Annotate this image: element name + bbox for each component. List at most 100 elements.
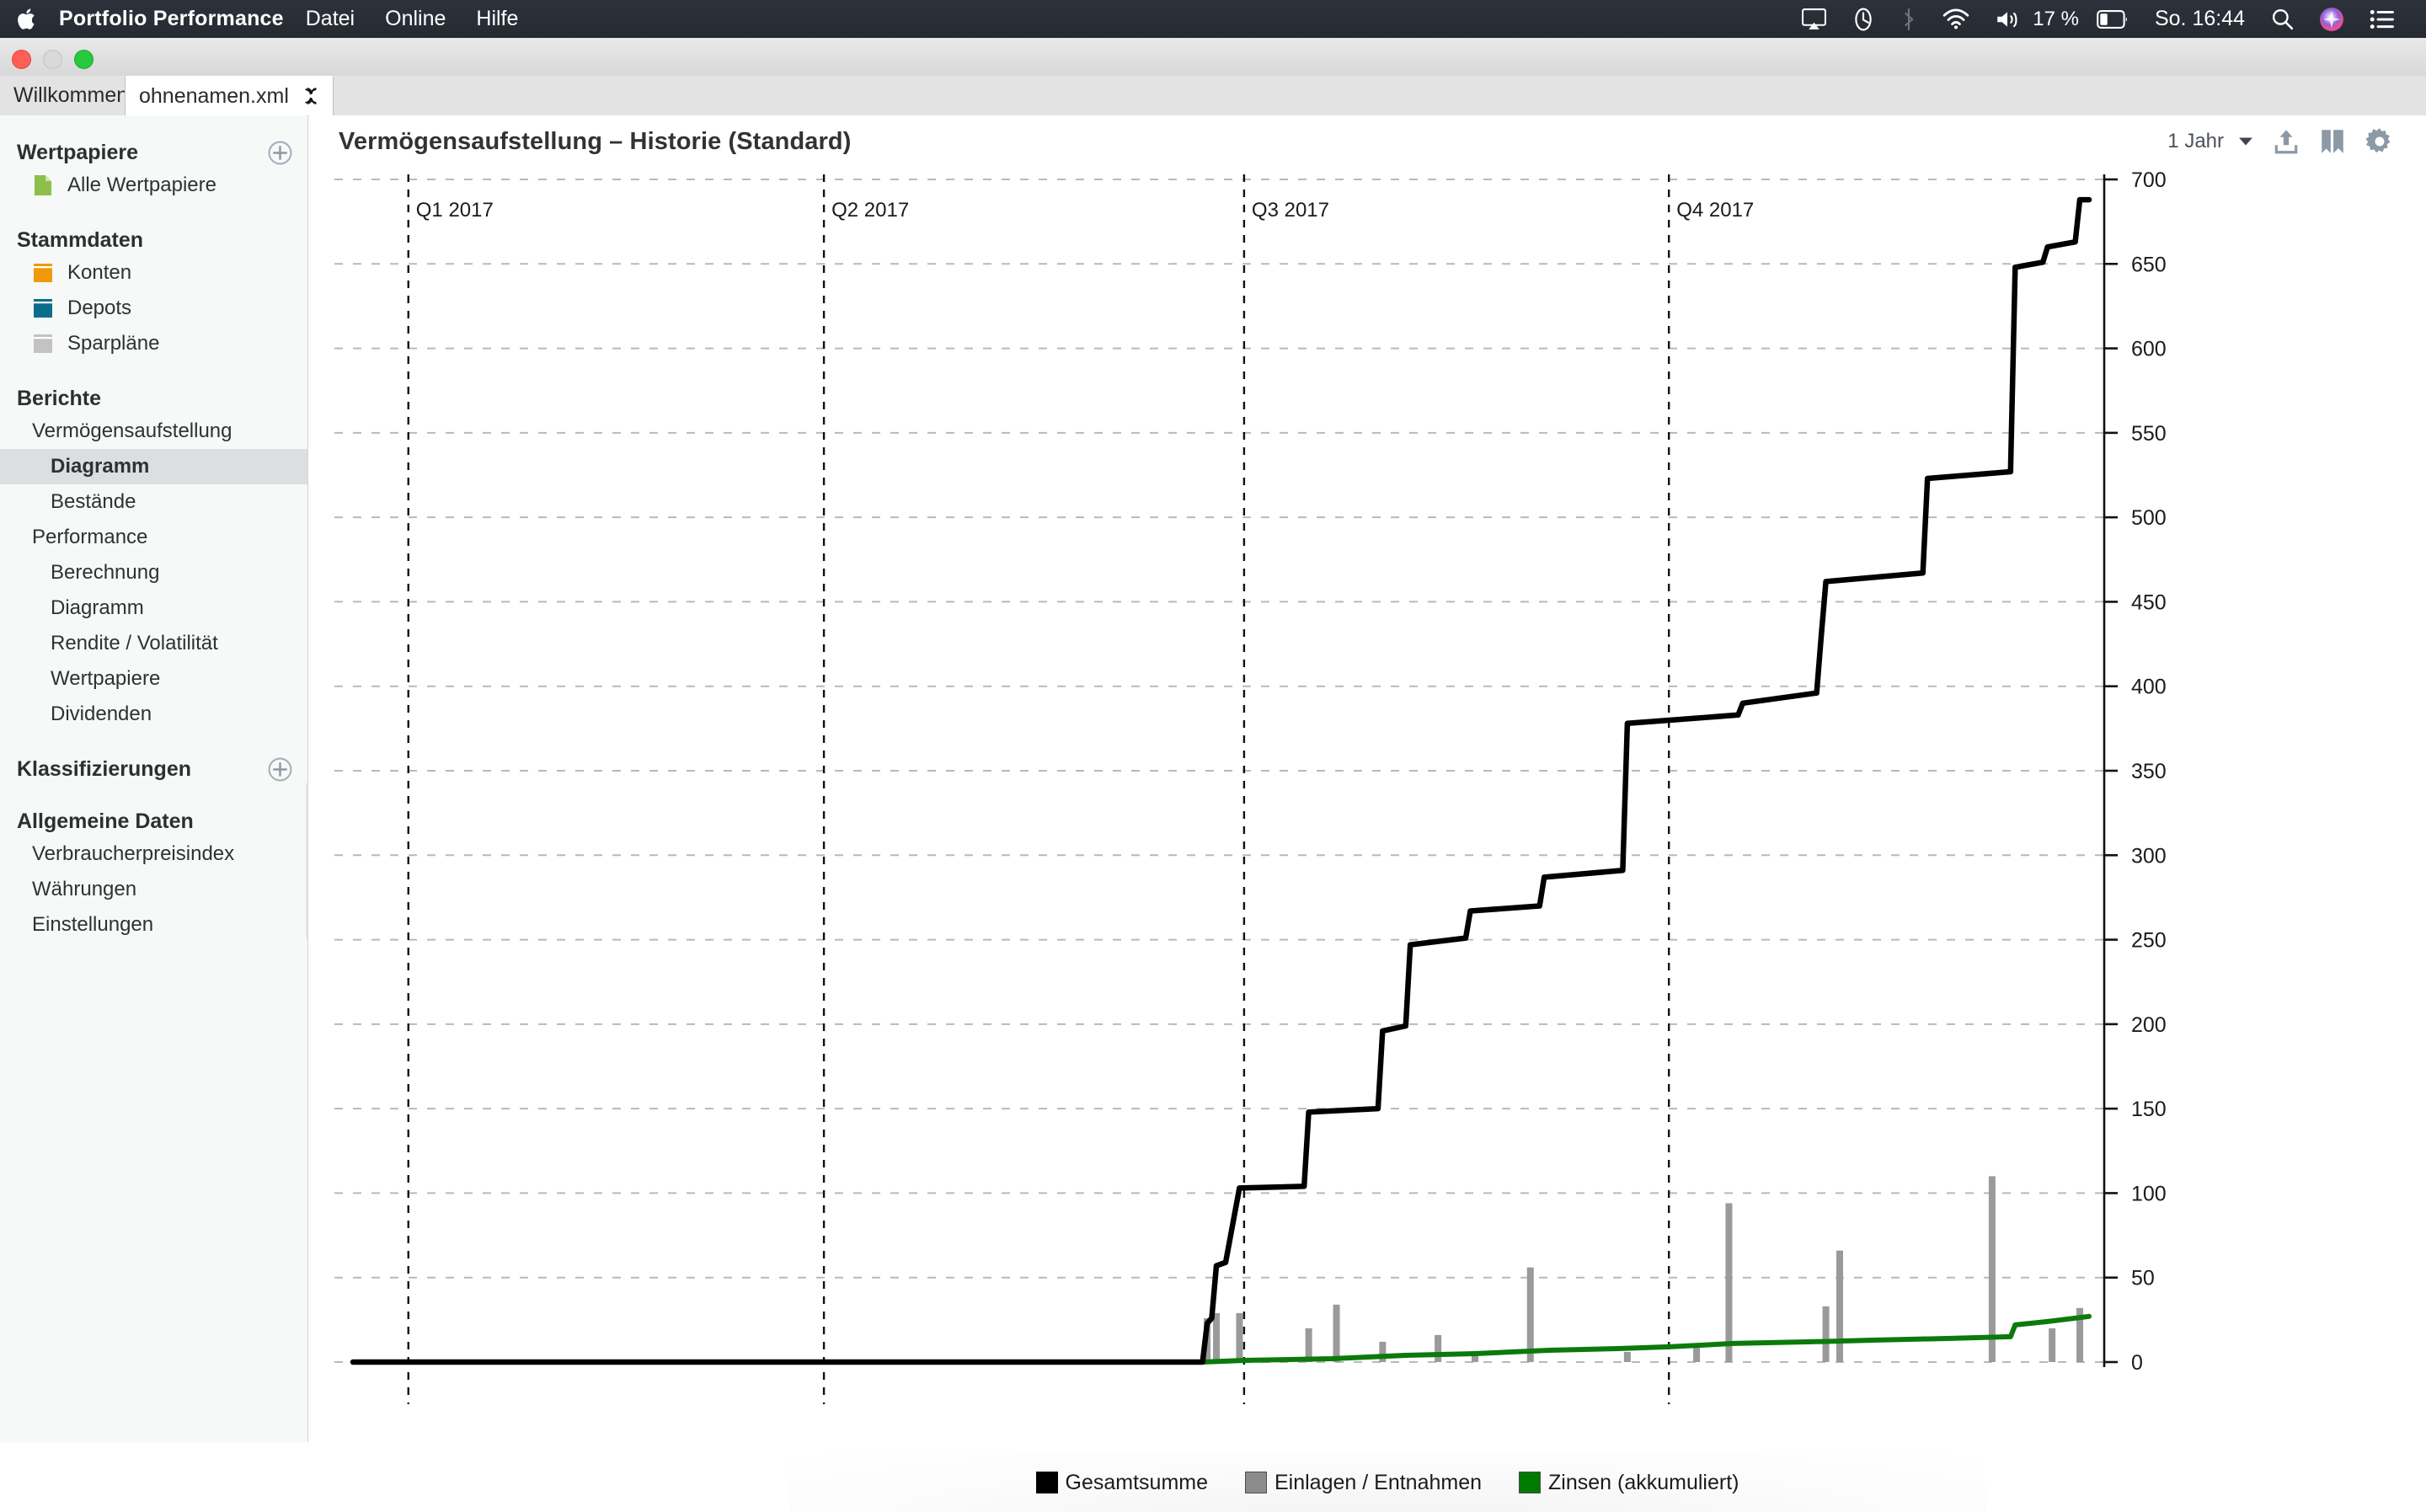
tab-bar: Willkommen ohnenamen.xml <box>0 76 2426 116</box>
legend-color-swatch <box>1245 1472 1267 1493</box>
sidebar-item-diagramm[interactable]: Diagramm <box>0 449 307 484</box>
sidebar-item-best-nde[interactable]: Bestände <box>0 484 307 520</box>
menu-bar-status-area: 17 % So. 16:44 <box>1789 0 2426 38</box>
quarter-divider-lines <box>407 174 1670 1404</box>
sidebar-item-depots[interactable]: Depots <box>0 291 307 326</box>
total-line-series <box>350 196 2092 1365</box>
legend-entry[interactable]: Gesamtsumme <box>1035 1470 1208 1495</box>
y-axis <box>2103 174 2118 1367</box>
legend-label: Einlagen / Entnahmen <box>1274 1470 1483 1494</box>
window-title-bar <box>0 38 2426 77</box>
y-axis-tick-label: 650 <box>2131 253 2167 276</box>
deposits-bars-series <box>1204 1176 2084 1362</box>
zoom-button[interactable] <box>74 50 94 69</box>
battery-percent-label: 17 % <box>2033 7 2079 30</box>
sidebar-item-diagramm[interactable]: Diagramm <box>0 590 307 626</box>
menu-item-online[interactable]: Online <box>370 7 461 31</box>
sidebar-item-alle-wertpapiere[interactable]: Alle Wertpapiere <box>0 168 307 203</box>
add-icon[interactable] <box>268 757 292 782</box>
control-center-icon[interactable] <box>2357 0 2407 38</box>
menu-item-hilfe[interactable]: Hilfe <box>461 7 533 31</box>
period-selector-label[interactable]: 1 Jahr <box>2167 130 2224 153</box>
menu-bar-left: Portfolio Performance Datei Online Hilfe <box>0 0 533 38</box>
y-axis-tick-label: 200 <box>2131 1013 2167 1037</box>
wifi-icon[interactable] <box>1930 0 1982 38</box>
export-icon[interactable] <box>2263 127 2310 156</box>
gear-icon[interactable] <box>2355 126 2404 157</box>
page-title: Vermögensaufstellung – Historie (Standar… <box>339 127 852 155</box>
y-axis-tick-label: 50 <box>2131 1267 2155 1290</box>
legend-entry[interactable]: Einlagen / Entnahmen <box>1245 1471 1482 1495</box>
y-axis-tick-label: 550 <box>2131 422 2167 446</box>
sidebar-scrollbar[interactable] <box>306 781 307 941</box>
tab-ohnenamen-xml[interactable]: ohnenamen.xml <box>125 76 334 115</box>
y-axis-tick-label: 300 <box>2131 844 2167 868</box>
sidebar-item-label: Depots <box>67 297 132 319</box>
tab-willkommen[interactable]: Willkommen <box>0 76 143 115</box>
time-machine-icon[interactable] <box>1839 0 1888 38</box>
close-icon[interactable] <box>302 87 321 105</box>
sidebar-item-verm-gensaufstellung[interactable]: Vermögensaufstellung <box>0 414 307 449</box>
sidebar-section-wertpapiere: Wertpapiere Alle Wertpapiere <box>0 137 307 203</box>
siri-icon[interactable] <box>2306 0 2357 38</box>
navigation-sidebar[interactable]: Wertpapiere Alle Wertpapiere Stammdaten Kon… <box>0 115 308 1442</box>
chart-legend: Gesamtsumme Einlagen / Entnahmen Zinsen (a… <box>789 1453 1985 1512</box>
y-axis-tick-label: 600 <box>2131 338 2167 361</box>
sidebar-item-label: Vermögensaufstellung <box>32 419 232 442</box>
legend-label: Zinsen (akkumuliert) <box>1548 1470 1739 1494</box>
sidebar-section-header: Wertpapiere <box>0 137 307 168</box>
sidebar-item-berechnung[interactable]: Berechnung <box>0 555 307 590</box>
y-axis-tick-label: 250 <box>2131 929 2167 953</box>
sidebar-item-performance[interactable]: Performance <box>0 520 307 555</box>
menu-app-name[interactable]: Portfolio Performance <box>59 7 284 31</box>
book-icon <box>32 333 54 355</box>
sidebar-item-dividenden[interactable]: Dividenden <box>0 697 307 732</box>
quarter-label: Q1 2017 <box>416 199 494 222</box>
book-icon <box>32 262 54 284</box>
sidebar-section-stammdaten: Stammdaten Konten Depots Sparpläne <box>0 225 307 361</box>
grid-lines <box>334 179 2104 1363</box>
close-button[interactable] <box>12 50 31 69</box>
sidebar-section-header: Stammdaten <box>0 225 307 255</box>
chart-plot-area[interactable]: Q1 2017 Q2 2017 Q3 2017 Q4 2017 0 50 100 150 20… <box>309 168 2426 1442</box>
quarter-label: Q3 2017 <box>1252 199 1329 222</box>
bluetooth-icon[interactable] <box>1888 0 1930 38</box>
history-chart-svg: Q1 2017 Q2 2017 Q3 2017 Q4 2017 0 50 100 150 20… <box>334 168 2167 1404</box>
main-content: Vermögensaufstellung – Historie (Standar… <box>309 115 2426 1512</box>
sidebar-item-einstellungen[interactable]: Einstellungen <box>0 907 307 943</box>
tab-label: Willkommen <box>13 83 129 107</box>
y-axis-tick-label: 350 <box>2131 760 2167 783</box>
legend-entry[interactable]: Zinsen (akkumuliert) <box>1519 1471 1739 1495</box>
book-icon <box>32 297 54 319</box>
minimize-button[interactable] <box>43 50 62 69</box>
sidebar-item-label: Diagramm <box>51 596 144 619</box>
y-axis-tick-labels: 0 50 100 150 200 250 300 350 400 450 500 550 600 650 7… <box>2131 168 2167 1375</box>
volume-icon[interactable] <box>1982 0 2033 38</box>
menu-item-datei[interactable]: Datei <box>291 7 370 31</box>
chart-header: Vermögensaufstellung – Historie (Standar… <box>309 115 2426 168</box>
legend-label: Gesamtsumme <box>1065 1470 1208 1494</box>
battery-icon[interactable] <box>2084 0 2141 38</box>
sidebar-item-wertpapiere[interactable]: Wertpapiere <box>0 661 307 697</box>
sidebar-item-label: Alle Wertpapiere <box>67 174 216 196</box>
airplay-icon[interactable] <box>1789 0 1839 38</box>
sidebar-item-label: Konten <box>67 261 132 284</box>
bookmark-icon[interactable] <box>2310 127 2355 156</box>
sidebar-item-label: Berechnung <box>51 561 160 584</box>
spotlight-search-icon[interactable] <box>2258 0 2306 38</box>
chevron-down-icon[interactable] <box>2229 136 2263 147</box>
add-icon[interactable] <box>268 141 292 165</box>
quarter-label: Q4 2017 <box>1676 199 1754 222</box>
sidebar-item-konten[interactable]: Konten <box>0 255 307 291</box>
menu-bar-clock[interactable]: So. 16:44 <box>2141 7 2258 31</box>
sidebar-item-label: Verbraucherpreisindex <box>32 842 235 865</box>
y-axis-tick-label: 100 <box>2131 1182 2167 1205</box>
sidebar-item-rendite-volatilit-t[interactable]: Rendite / Volatilität <box>0 626 307 661</box>
sidebar-item-label: Diagramm <box>51 455 150 478</box>
sidebar-item-w-hrungen[interactable]: Währungen <box>0 872 307 907</box>
sidebar-item-verbraucherpreisindex[interactable]: Verbraucherpreisindex <box>0 836 307 872</box>
document-icon <box>32 174 54 196</box>
sidebar-section-title: Wertpapiere <box>17 140 139 164</box>
sidebar-item-sparpl-ne[interactable]: Sparpläne <box>0 326 307 361</box>
apple-logo-icon[interactable] <box>0 6 47 32</box>
